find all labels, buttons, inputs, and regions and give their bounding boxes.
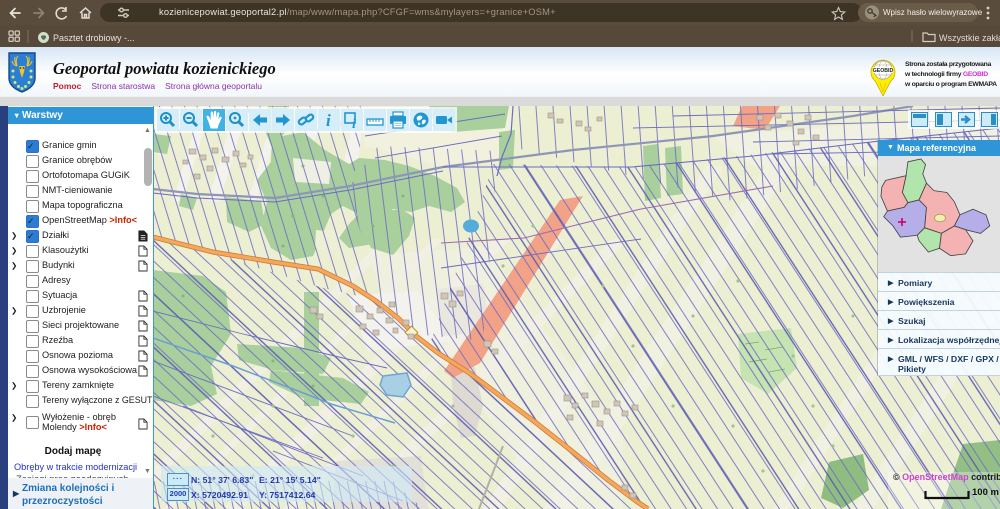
svg-text:i: i (352, 117, 356, 131)
svg-text:i: i (326, 111, 331, 130)
svg-text:GEOBID: GEOBID (873, 68, 894, 74)
